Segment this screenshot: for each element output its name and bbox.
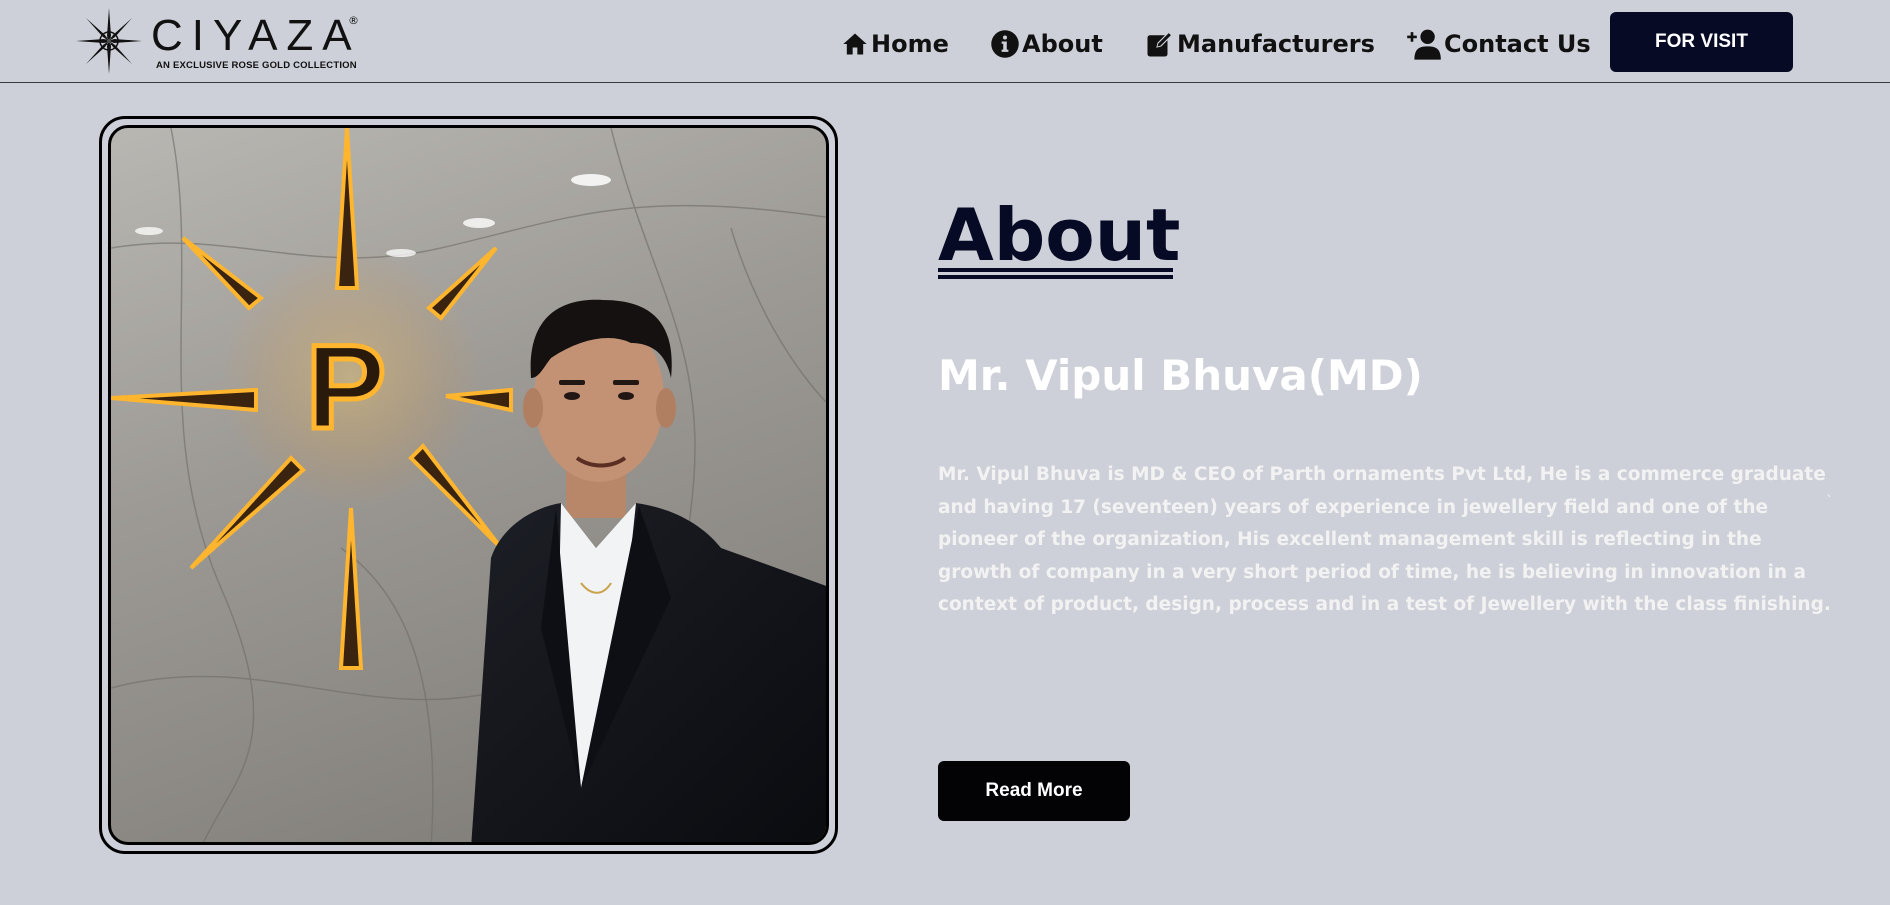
- nav-home-label: Home: [871, 30, 949, 58]
- nav-contact[interactable]: Contact Us: [1406, 24, 1591, 64]
- nav-about-label: About: [1022, 30, 1103, 58]
- md-photo-frame: P: [99, 116, 838, 854]
- read-more-button[interactable]: Read More: [938, 761, 1130, 821]
- ciyaza-logo[interactable]: C CIYAZA ® AN EXCLUSIVE ROSE GOLD COLLEC…: [76, 8, 366, 74]
- home-icon: [843, 33, 867, 55]
- site-header: C CIYAZA ® AN EXCLUSIVE ROSE GOLD COLLEC…: [0, 0, 1890, 83]
- nav-home[interactable]: Home: [841, 24, 949, 64]
- star-logo-icon: C: [76, 8, 142, 74]
- md-photo: P: [108, 125, 829, 845]
- person-name: Mr. Vipul Bhuva(MD): [938, 351, 1423, 400]
- registered-mark: ®: [348, 14, 359, 27]
- photo-illustration: P: [111, 128, 826, 842]
- logo-tagline: AN EXCLUSIVE ROSE GOLD COLLECTION: [156, 60, 357, 71]
- svg-text:C: C: [105, 35, 114, 49]
- info-icon: [991, 30, 1019, 58]
- sign-letter: P: [306, 320, 386, 454]
- nav-manufacturers-label: Manufacturers: [1177, 30, 1375, 58]
- for-visit-button[interactable]: FOR VISIT: [1610, 12, 1793, 72]
- nav-manufacturers[interactable]: Manufacturers: [1145, 24, 1375, 64]
- user-plus-icon: [1407, 29, 1441, 60]
- logo-wordmark: CIYAZA: [151, 11, 361, 60]
- nav-contact-label: Contact Us: [1444, 30, 1591, 58]
- about-heading: About: [938, 193, 1181, 277]
- stray-mark: `: [1826, 494, 1833, 510]
- heading-underline: [938, 268, 1173, 282]
- nav-about[interactable]: About: [990, 24, 1103, 64]
- edit-icon: [1147, 31, 1173, 57]
- bio-paragraph: Mr. Vipul Bhuva is MD & CEO of Parth orn…: [938, 464, 1831, 616]
